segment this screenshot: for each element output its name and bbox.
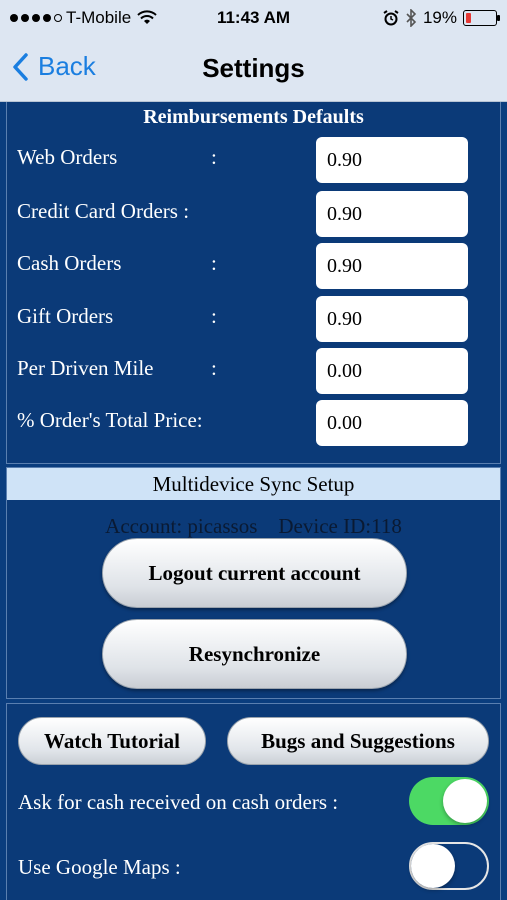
toggle-knob [411,844,455,888]
cash-received-toggle-label: Ask for cash received on cash orders : [18,790,339,814]
toggle-knob [443,779,487,823]
per-driven-mile-colon: : [211,356,217,380]
credit-card-orders-input[interactable] [316,191,468,237]
per-driven-mile-row: Per Driven Mile : [17,348,472,394]
bluetooth-icon [406,9,417,27]
google-maps-toggle[interactable] [409,842,489,890]
credit-card-orders-label: Credit Card Orders : [17,199,190,223]
options-panel: Watch Tutorial Bugs and Suggestions Ask … [6,703,501,900]
battery-percent: 19% [422,8,457,27]
resynchronize-button[interactable]: Resynchronize [102,619,407,689]
credit-card-orders-row: Credit Card Orders : [17,191,472,237]
reimbursements-title: Reimbursements Defaults [143,106,364,128]
gift-orders-row: Gift Orders : [17,296,472,342]
web-orders-row: Web Orders : [17,137,472,183]
cash-orders-row: Cash Orders : [17,243,472,289]
sync-section-title: Multidevice Sync Setup [7,468,500,500]
bugs-suggestions-button[interactable]: Bugs and Suggestions [227,717,489,765]
logout-button[interactable]: Logout current account [102,538,407,608]
cash-orders-input[interactable] [316,243,468,289]
gift-orders-colon: : [211,304,217,328]
page-title: Settings [202,53,305,83]
order-total-price-row: % Order's Total Price: [17,400,472,446]
alarm-clock-icon [383,10,399,26]
web-orders-input[interactable] [316,137,468,183]
account-info: Account: picassos Device ID:118 [105,514,402,538]
status-right-group: 19% [383,8,500,28]
google-maps-toggle-label: Use Google Maps : [18,855,181,879]
gift-orders-label: Gift Orders [17,304,114,328]
gift-orders-input[interactable] [316,296,468,342]
web-orders-colon: : [211,145,217,169]
per-driven-mile-input[interactable] [316,348,468,394]
order-total-price-label: % Order's Total Price: [17,408,203,432]
cash-orders-label: Cash Orders [17,251,122,275]
web-orders-label: Web Orders [17,145,118,169]
order-total-price-input[interactable] [316,400,468,446]
battery-icon [463,10,500,26]
cash-orders-colon: : [211,251,217,275]
watch-tutorial-button[interactable]: Watch Tutorial [18,717,206,765]
navigation-bar: Back Settings [0,36,507,102]
reimbursements-panel: Reimbursements Defaults Web Orders : Cre… [6,102,501,464]
status-bar: T-Mobile 11:43 AM 19% [0,0,507,36]
cash-received-toggle[interactable] [409,777,489,825]
per-driven-mile-label: Per Driven Mile [17,356,154,380]
sync-panel: Multidevice Sync Setup Account: picassos… [6,467,501,699]
